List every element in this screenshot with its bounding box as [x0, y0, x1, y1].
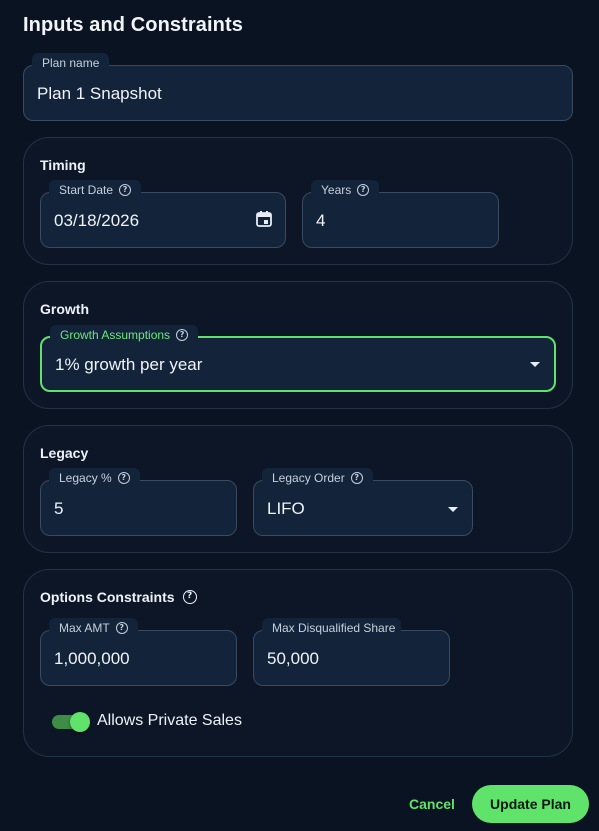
legacy-order-select[interactable]: Legacy Order ? LIFO	[253, 468, 473, 536]
help-icon[interactable]: ?	[176, 329, 189, 341]
dialog-title: Inputs and Constraints	[23, 14, 243, 36]
start-date-value[interactable]: 03/18/2026	[54, 211, 139, 231]
calendar-icon[interactable]	[255, 210, 273, 228]
help-icon[interactable]: ?	[117, 472, 130, 484]
help-icon[interactable]: ?	[119, 184, 132, 196]
legacy-order-label: Legacy Order ?	[262, 468, 373, 488]
legacy-order-value[interactable]: LIFO	[267, 499, 305, 519]
chevron-down-icon[interactable]	[448, 507, 458, 512]
help-icon[interactable]: ?	[182, 590, 197, 604]
years-value[interactable]: 4	[316, 211, 325, 231]
growth-assumptions-select[interactable]: Growth Assumptions ? 1% growth per year	[40, 325, 556, 392]
help-icon[interactable]: ?	[350, 472, 363, 484]
max-amt-label: Max AMT ?	[49, 618, 138, 638]
plan-name-label: Plan name	[32, 53, 110, 73]
legacy-percent-value[interactable]: 5	[54, 499, 63, 519]
max-disqualified-share-field[interactable]: Max Disqualified Share 50,000	[253, 618, 450, 686]
plan-name-value[interactable]: Plan 1 Snapshot	[37, 84, 162, 104]
max-disqualified-share-value[interactable]: 50,000	[267, 649, 319, 669]
private-sales-toggle[interactable]	[52, 711, 90, 732]
legacy-percent-label: Legacy % ?	[49, 468, 140, 488]
help-icon[interactable]: ?	[357, 184, 370, 196]
cancel-button[interactable]: Cancel	[400, 786, 464, 822]
max-amt-field[interactable]: Max AMT ? 1,000,000	[40, 618, 237, 686]
growth-assumptions-label: Growth Assumptions ?	[50, 325, 199, 345]
update-plan-button[interactable]: Update Plan	[472, 785, 589, 823]
plan-name-field[interactable]: Plan name Plan 1 Snapshot	[23, 53, 573, 121]
start-date-field[interactable]: Start Date ? 03/18/2026	[40, 180, 286, 248]
legacy-percent-field[interactable]: Legacy % ? 5	[40, 468, 237, 536]
timing-title: Timing	[40, 157, 86, 173]
growth-assumptions-value[interactable]: 1% growth per year	[55, 355, 202, 375]
growth-title: Growth	[40, 301, 89, 317]
start-date-label: Start Date ?	[49, 180, 142, 200]
private-sales-label: Allows Private Sales	[97, 712, 242, 729]
max-disqualified-share-label: Max Disqualified Share	[262, 618, 402, 638]
toggle-knob	[70, 712, 90, 732]
years-label: Years ?	[311, 180, 380, 200]
chevron-down-icon[interactable]	[530, 362, 540, 367]
help-icon[interactable]: ?	[115, 622, 128, 634]
legacy-title: Legacy	[40, 445, 89, 461]
max-amt-value[interactable]: 1,000,000	[54, 649, 130, 669]
options-constraints-title: Options Constraints ?	[40, 589, 197, 605]
years-field[interactable]: Years ? 4	[302, 180, 499, 248]
